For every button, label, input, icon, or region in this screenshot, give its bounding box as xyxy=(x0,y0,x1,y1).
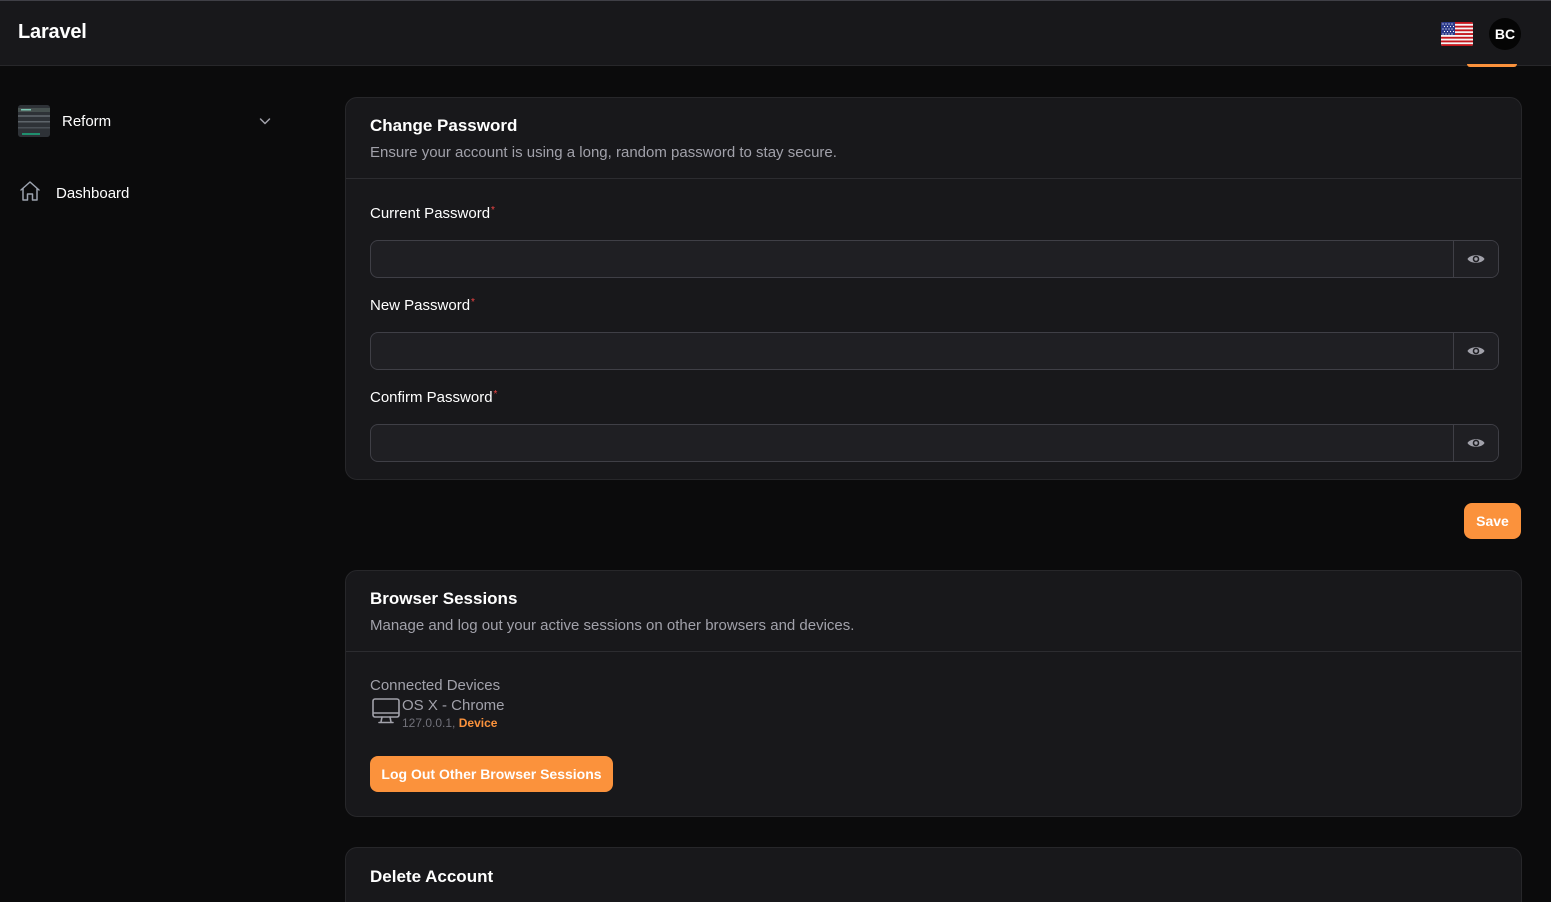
current-device-badge: Device xyxy=(458,716,498,730)
delete-account-card: Delete Account xyxy=(345,847,1522,902)
new-password-input[interactable] xyxy=(371,333,1453,369)
new-password-field: New Password* xyxy=(370,297,1499,370)
current-password-field: Current Password* xyxy=(370,205,1499,278)
required-mark: * xyxy=(471,297,475,308)
eye-icon[interactable] xyxy=(1453,333,1498,369)
required-mark: * xyxy=(491,205,495,216)
card-header: Browser Sessions Manage and log out your… xyxy=(346,571,1521,652)
sidebar-item-label: Dashboard xyxy=(56,184,130,202)
session-item: OS X - Chrome 127.0.0.1, Device xyxy=(370,697,505,732)
team-switcher[interactable]: Reform xyxy=(18,104,276,138)
confirm-password-input[interactable] xyxy=(371,425,1453,461)
confirm-password-field: Confirm Password* xyxy=(370,389,1499,462)
field-label: Current Password xyxy=(370,205,491,222)
required-mark: * xyxy=(493,389,498,400)
card-header: Change Password Ensure your account is u… xyxy=(346,98,1521,179)
field-label: New Password xyxy=(370,297,471,314)
current-password-input[interactable] xyxy=(371,241,1453,277)
eye-icon[interactable] xyxy=(1453,241,1498,277)
card-title: Delete Account xyxy=(370,867,494,886)
desktop-icon xyxy=(370,697,402,732)
card-title: Browser Sessions xyxy=(370,589,518,608)
session-ip: 127.0.0.1, xyxy=(402,716,456,730)
brand-logo[interactable]: Laravel xyxy=(18,21,87,44)
logout-other-sessions-button[interactable]: Log Out Other Browser Sessions xyxy=(370,756,613,792)
save-button[interactable]: Save xyxy=(1464,503,1521,539)
team-logo-image xyxy=(18,105,50,137)
sessions-list: Connected Devices OS X - Chrome 127.0.0.… xyxy=(370,677,505,732)
connected-devices-label: Connected Devices xyxy=(370,677,501,694)
scrolled-button-edge xyxy=(1467,64,1517,67)
team-name: Reform xyxy=(62,112,112,130)
user-avatar[interactable]: BC xyxy=(1489,18,1521,50)
top-navbar: Laravel BC xyxy=(0,0,1551,66)
home-icon xyxy=(18,179,42,208)
us-flag-icon[interactable] xyxy=(1441,22,1473,46)
eye-icon[interactable] xyxy=(1453,425,1498,461)
change-password-card: Change Password Ensure your account is u… xyxy=(345,97,1522,480)
sidebar-item-dashboard[interactable]: Dashboard xyxy=(18,180,129,206)
card-description: Ensure your account is using a long, ran… xyxy=(370,144,837,161)
session-device: OS X - Chrome xyxy=(402,697,505,714)
card-description: Manage and log out your active sessions … xyxy=(370,617,855,634)
browser-sessions-card: Browser Sessions Manage and log out your… xyxy=(345,570,1522,817)
card-title: Change Password xyxy=(370,116,518,135)
field-label: Confirm Password xyxy=(370,389,493,406)
chevron-down-icon[interactable] xyxy=(258,114,272,133)
